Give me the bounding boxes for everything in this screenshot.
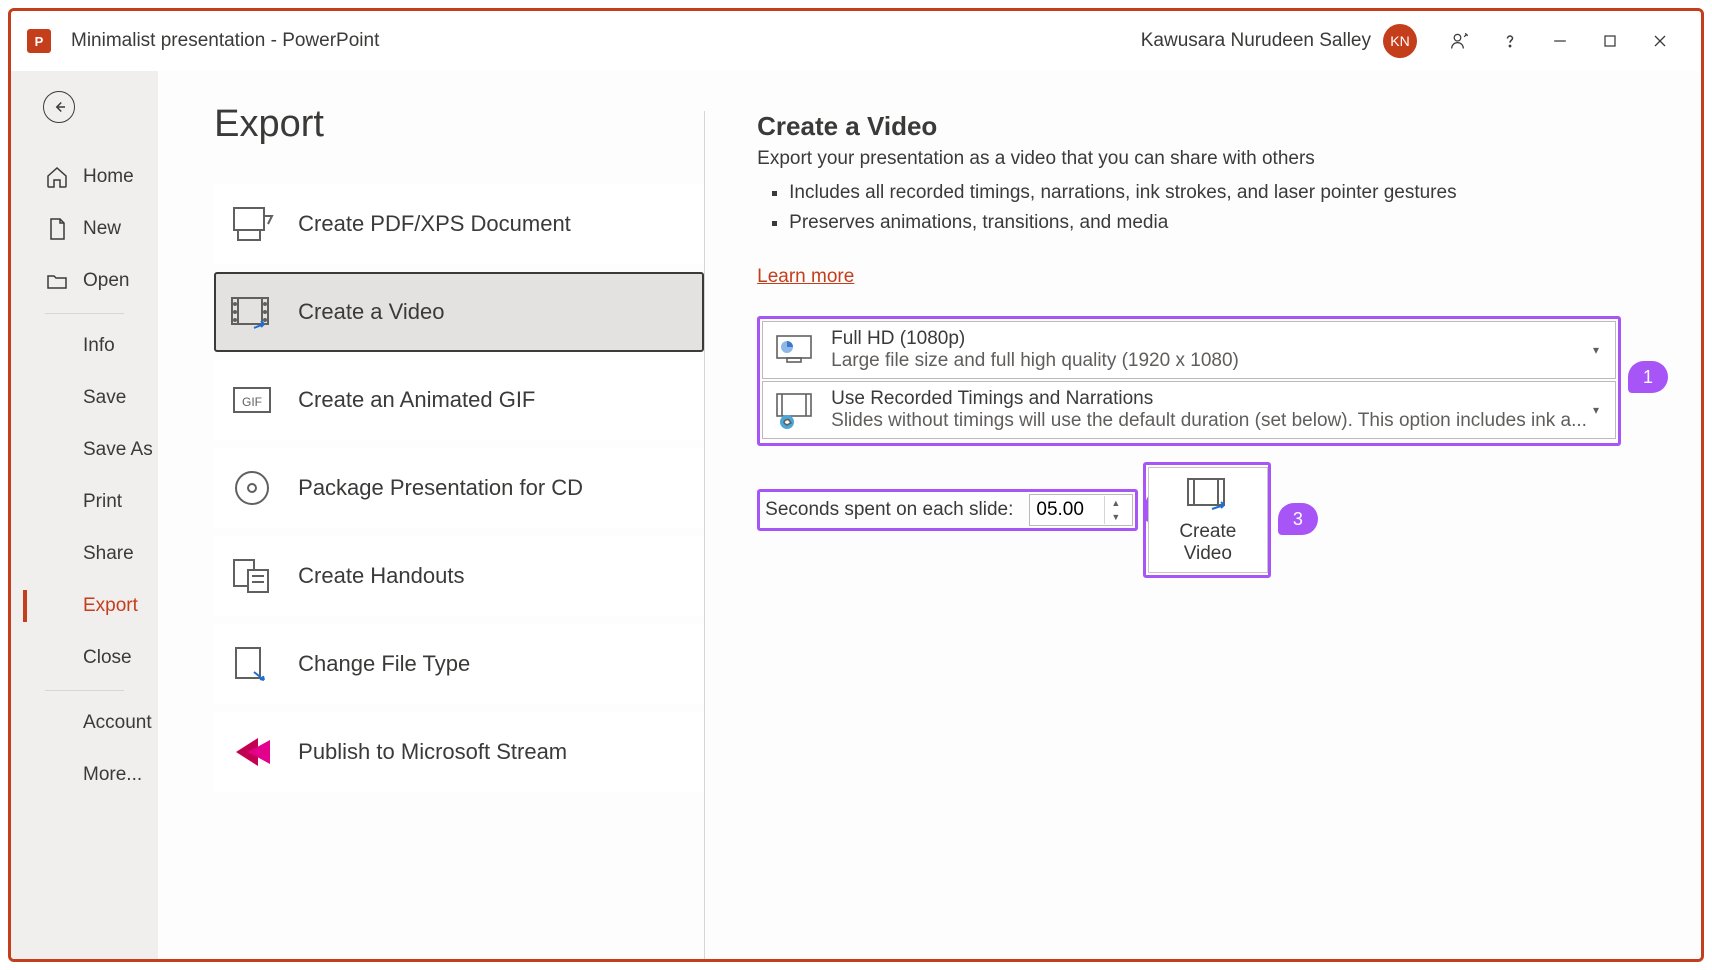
video-quality-dropdown[interactable]: Full HD (1080p) Large file size and full… bbox=[762, 321, 1616, 379]
nav-account[interactable]: Account bbox=[11, 697, 158, 749]
video-icon bbox=[228, 290, 276, 334]
timings-dropdown[interactable]: Use Recorded Timings and Narrations Slid… bbox=[762, 381, 1616, 439]
coming-soon-icon[interactable] bbox=[1435, 21, 1485, 61]
title-bar: P Minimalist presentation - PowerPoint K… bbox=[11, 11, 1701, 71]
user-avatar[interactable]: KN bbox=[1383, 24, 1417, 58]
seconds-spinner[interactable]: ▲ ▼ bbox=[1029, 494, 1133, 526]
nav-home[interactable]: Home bbox=[11, 151, 158, 203]
monitor-icon bbox=[773, 330, 815, 370]
nav-label: New bbox=[83, 218, 121, 240]
seconds-input[interactable] bbox=[1030, 497, 1104, 523]
user-name[interactable]: Kawusara Nurudeen Salley bbox=[1141, 30, 1371, 52]
detail-bullet: Includes all recorded timings, narration… bbox=[789, 182, 1621, 204]
export-stream[interactable]: Publish to Microsoft Stream bbox=[214, 712, 704, 792]
open-icon bbox=[45, 269, 69, 293]
nav-print[interactable]: Print bbox=[11, 476, 158, 528]
export-item-label: Change File Type bbox=[298, 651, 470, 677]
export-item-label: Create an Animated GIF bbox=[298, 387, 535, 413]
nav-label: Print bbox=[83, 491, 122, 513]
create-btn-label2: Video bbox=[1184, 543, 1232, 565]
annotation-box-1: 1 Full HD (1080p) Large file size and fu… bbox=[757, 316, 1621, 446]
nav-open[interactable]: Open bbox=[11, 255, 158, 307]
nav-more[interactable]: More... bbox=[11, 749, 158, 801]
svg-text:GIF: GIF bbox=[242, 395, 262, 409]
create-video-button[interactable]: Create Video bbox=[1148, 467, 1268, 573]
annotation-tag-3: 3 bbox=[1278, 503, 1318, 535]
nav-label: Share bbox=[83, 543, 134, 565]
timings-subtitle: Slides without timings will use the defa… bbox=[831, 410, 1587, 432]
handouts-icon bbox=[228, 554, 276, 598]
change-filetype-icon bbox=[228, 642, 276, 686]
export-item-label: Create a Video bbox=[298, 299, 444, 325]
close-button[interactable] bbox=[1635, 21, 1685, 61]
chevron-down-icon: ▾ bbox=[1587, 403, 1605, 417]
pdf-icon bbox=[228, 202, 276, 246]
chevron-down-icon: ▾ bbox=[1587, 343, 1605, 357]
page-title: Export bbox=[214, 103, 704, 146]
nav-info[interactable]: Info bbox=[11, 320, 158, 372]
spinner-up[interactable]: ▲ bbox=[1105, 496, 1126, 510]
export-handouts[interactable]: Create Handouts bbox=[214, 536, 704, 616]
nav-label: Export bbox=[83, 595, 138, 617]
nav-label: Home bbox=[83, 166, 134, 188]
nav-label: Save bbox=[83, 387, 126, 409]
annotation-box-2: 2 Seconds spent on each slide: ▲ ▼ bbox=[757, 489, 1138, 531]
export-video[interactable]: Create a Video bbox=[214, 272, 704, 352]
export-filetype[interactable]: Change File Type bbox=[214, 624, 704, 704]
nav-close[interactable]: Close bbox=[11, 632, 158, 684]
export-pdf[interactable]: Create PDF/XPS Document bbox=[214, 184, 704, 264]
export-cd[interactable]: Package Presentation for CD bbox=[214, 448, 704, 528]
back-button[interactable] bbox=[43, 91, 75, 123]
export-item-label: Create Handouts bbox=[298, 563, 464, 589]
timings-icon bbox=[773, 390, 815, 430]
detail-title: Create a Video bbox=[757, 111, 1621, 142]
export-item-label: Publish to Microsoft Stream bbox=[298, 739, 567, 765]
create-btn-label1: Create bbox=[1179, 521, 1236, 543]
detail-bullet: Preserves animations, transitions, and m… bbox=[789, 212, 1621, 234]
annotation-box-3: 3 Create Video bbox=[1143, 462, 1271, 578]
quality-title: Full HD (1080p) bbox=[831, 328, 1587, 350]
nav-share[interactable]: Share bbox=[11, 528, 158, 580]
create-video-icon bbox=[1184, 475, 1232, 515]
nav-label: Save As bbox=[83, 439, 153, 461]
nav-export[interactable]: Export bbox=[11, 580, 158, 632]
nav-label: More... bbox=[83, 764, 142, 786]
export-item-label: Create PDF/XPS Document bbox=[298, 211, 571, 237]
detail-subtitle: Export your presentation as a video that… bbox=[757, 148, 1621, 170]
nav-label: Open bbox=[83, 270, 129, 292]
gif-icon: GIF bbox=[228, 378, 276, 422]
stream-icon bbox=[228, 730, 276, 774]
quality-subtitle: Large file size and full high quality (1… bbox=[831, 350, 1587, 372]
nav-label: Account bbox=[83, 712, 152, 734]
annotation-tag-1: 1 bbox=[1628, 361, 1668, 393]
powerpoint-app-icon: P bbox=[27, 29, 51, 53]
export-item-label: Package Presentation for CD bbox=[298, 475, 583, 501]
cd-icon bbox=[228, 466, 276, 510]
seconds-label: Seconds spent on each slide: bbox=[762, 495, 1013, 525]
export-gif[interactable]: GIF Create an Animated GIF bbox=[214, 360, 704, 440]
nav-save[interactable]: Save bbox=[11, 372, 158, 424]
nav-new[interactable]: New bbox=[11, 203, 158, 255]
nav-save-as[interactable]: Save As bbox=[11, 424, 158, 476]
new-icon bbox=[45, 217, 69, 241]
minimize-button[interactable] bbox=[1535, 21, 1585, 61]
maximize-button[interactable] bbox=[1585, 21, 1635, 61]
spinner-down[interactable]: ▼ bbox=[1105, 510, 1126, 524]
home-icon bbox=[45, 165, 69, 189]
nav-label: Info bbox=[83, 335, 115, 357]
nav-label: Close bbox=[83, 647, 132, 669]
document-title: Minimalist presentation - PowerPoint bbox=[71, 30, 379, 52]
learn-more-link[interactable]: Learn more bbox=[757, 266, 854, 288]
timings-title: Use Recorded Timings and Narrations bbox=[831, 388, 1587, 410]
help-icon[interactable] bbox=[1485, 21, 1535, 61]
backstage-sidebar: Home New Open Info Save Save As Print Sh… bbox=[11, 71, 158, 959]
